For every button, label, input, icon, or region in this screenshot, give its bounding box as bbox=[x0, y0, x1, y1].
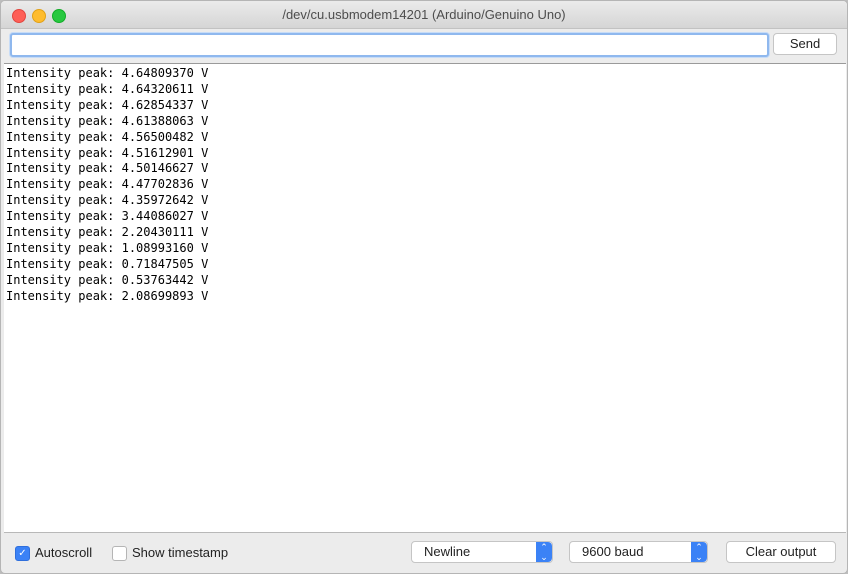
output-line: Intensity peak: 1.08993160 V bbox=[6, 240, 209, 255]
serial-monitor-window: /dev/cu.usbmodem14201 (Arduino/Genuino U… bbox=[0, 0, 848, 574]
output-line: Intensity peak: 4.50146627 V bbox=[6, 161, 209, 176]
show-timestamp-label[interactable]: Show timestamp bbox=[132, 545, 228, 560]
updown-arrows-icon: ⌃ ⌄ bbox=[536, 542, 552, 562]
line-ending-select[interactable]: Newline ⌃ ⌄ bbox=[411, 541, 553, 563]
output-line: Intensity peak: 4.61388063 V bbox=[6, 113, 209, 128]
title-bar[interactable]: /dev/cu.usbmodem14201 (Arduino/Genuino U… bbox=[1, 1, 847, 29]
autoscroll-label[interactable]: Autoscroll bbox=[35, 545, 92, 560]
show-timestamp-checkbox[interactable] bbox=[112, 546, 127, 561]
output-lines: Intensity peak: 4.64809370 V Intensity pe… bbox=[4, 64, 846, 305]
footer-bar: ✓ Autoscroll Show timestamp Newline ⌃ ⌄ 9… bbox=[1, 532, 847, 573]
updown-arrows-icon: ⌃ ⌄ bbox=[691, 542, 707, 562]
clear-output-button[interactable]: Clear output bbox=[726, 541, 836, 563]
output-line: Intensity peak: 2.08699893 V bbox=[6, 288, 209, 303]
serial-output-area[interactable]: Intensity peak: 4.64809370 V Intensity pe… bbox=[4, 63, 846, 533]
output-line: Intensity peak: 4.35972642 V bbox=[6, 193, 209, 208]
output-line: Intensity peak: 4.51612901 V bbox=[6, 145, 209, 160]
output-line: Intensity peak: 4.64320611 V bbox=[6, 81, 209, 96]
output-line: Intensity peak: 3.44086027 V bbox=[6, 209, 209, 224]
send-button[interactable]: Send bbox=[773, 33, 837, 55]
output-line: Intensity peak: 0.53763442 V bbox=[6, 272, 209, 287]
output-line: Intensity peak: 0.71847505 V bbox=[6, 256, 209, 271]
output-line: Intensity peak: 2.20430111 V bbox=[6, 225, 209, 240]
line-ending-value: Newline bbox=[424, 544, 471, 559]
window-title: /dev/cu.usbmodem14201 (Arduino/Genuino U… bbox=[282, 7, 566, 22]
output-line: Intensity peak: 4.47702836 V bbox=[6, 177, 209, 192]
output-line: Intensity peak: 4.64809370 V bbox=[6, 66, 209, 80]
baud-rate-select[interactable]: 9600 baud ⌃ ⌄ bbox=[569, 541, 708, 563]
autoscroll-checkbox[interactable]: ✓ bbox=[15, 546, 30, 561]
check-icon: ✓ bbox=[18, 548, 27, 559]
output-line: Intensity peak: 4.56500482 V bbox=[6, 129, 209, 144]
baud-rate-value: 9600 baud bbox=[582, 544, 644, 559]
serial-input-field[interactable] bbox=[10, 33, 769, 57]
output-line: Intensity peak: 4.62854337 V bbox=[6, 97, 209, 112]
